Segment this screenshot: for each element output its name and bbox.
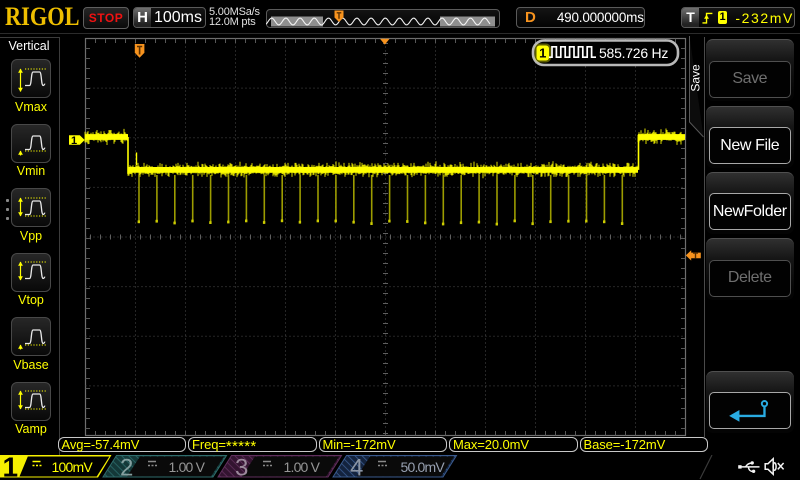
svg-text:50.0mV: 50.0mV <box>401 459 446 475</box>
svg-text:2: 2 <box>120 455 133 480</box>
svg-text:1.00 V: 1.00 V <box>284 459 321 475</box>
svg-text:1.00 V: 1.00 V <box>169 459 206 475</box>
svg-text:1: 1 <box>3 455 19 480</box>
svg-text:1: 1 <box>539 46 546 61</box>
svg-text:3: 3 <box>235 455 248 480</box>
svg-text:100mV: 100mV <box>52 459 94 475</box>
svg-text:1: 1 <box>71 135 77 147</box>
svg-text:585.726 Hz: 585.726 Hz <box>599 45 668 61</box>
svg-text:4: 4 <box>350 455 363 480</box>
